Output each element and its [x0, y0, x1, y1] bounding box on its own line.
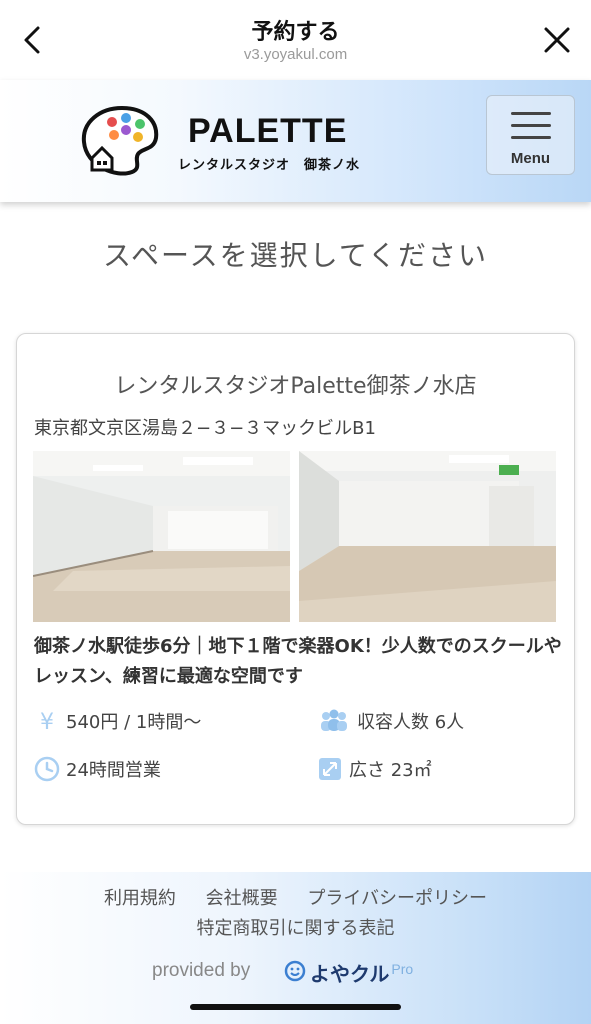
hamburger-icon	[511, 112, 551, 115]
provided-by-label: provided by	[152, 960, 251, 981]
studio-photo[interactable]	[33, 451, 290, 622]
smile-icon	[284, 960, 306, 986]
price-info: ¥ 540円 / 1時間〜	[34, 708, 202, 735]
hamburger-icon	[511, 124, 551, 127]
tokusho-link[interactable]: 特定商取引に関する表記	[0, 914, 591, 940]
company-link[interactable]: 会社概要	[206, 888, 278, 909]
hours-text: 24時間営業	[66, 760, 161, 781]
menu-button[interactable]: Menu	[486, 95, 575, 175]
people-icon	[317, 708, 351, 734]
hours-info: 24時間営業	[34, 756, 161, 782]
area-text: 広さ 23㎡	[349, 760, 432, 781]
space-address: 東京都文京区湯島２−３−３マックビルB1	[34, 418, 376, 439]
clock-icon	[34, 756, 60, 782]
yoyakul-logo[interactable]: よやクル Pro	[284, 958, 413, 987]
home-indicator	[190, 1004, 401, 1010]
expand-icon	[317, 756, 343, 782]
yen-icon: ¥	[34, 708, 60, 735]
space-title[interactable]: レンタルスタジオPalette御茶ノ水店	[17, 368, 574, 400]
hamburger-icon	[511, 136, 551, 139]
capacity-info: 収容人数 6人	[317, 708, 464, 734]
modal-title: 予約する	[251, 20, 340, 45]
footer-links: 利用規約 会社概要 プライバシーポリシー	[0, 884, 591, 910]
privacy-link[interactable]: プライバシーポリシー	[307, 888, 487, 909]
site-header: PALETTE レンタルスタジオ 御茶ノ水 Menu	[0, 80, 591, 202]
modal-url: v3.yoyakul.com	[243, 46, 348, 63]
space-description: 御茶ノ水駅徒歩6分｜地下１階で楽器OK！少人数でのスクールやレッスン、練習に最適…	[34, 636, 562, 687]
svg-text:¥: ¥	[40, 710, 54, 734]
pro-label: Pro	[391, 960, 414, 977]
menu-label: Menu	[510, 150, 551, 167]
site-footer: 利用規約 会社概要 プライバシーポリシー 特定商取引に関する表記 provide…	[0, 872, 591, 1024]
brand-subtitle: レンタルスタジオ 御茶ノ水	[178, 158, 361, 173]
page-heading: スペースを選択してください	[103, 239, 488, 272]
area-info: 広さ 23㎡	[317, 756, 432, 782]
studio-photo[interactable]	[299, 451, 556, 622]
yoyakul-brand: よやクル	[310, 962, 390, 986]
close-icon[interactable]	[537, 20, 577, 60]
palette-logo-icon[interactable]	[80, 104, 160, 176]
price-text: 540円 / 1時間〜	[66, 712, 202, 733]
space-card[interactable]: レンタルスタジオPalette御茶ノ水店 東京都文京区湯島２−３−３マックビルB…	[16, 333, 575, 825]
capacity-text: 収容人数 6人	[357, 712, 465, 733]
terms-link[interactable]: 利用規約	[104, 888, 176, 909]
brand-name: PALETTE	[188, 112, 348, 150]
modal-topbar: 予約する v3.yoyakul.com	[0, 0, 591, 80]
